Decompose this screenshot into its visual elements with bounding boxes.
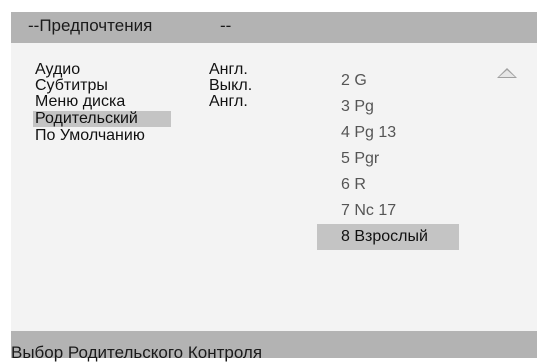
- rating-option-6[interactable]: 6 R: [317, 172, 459, 198]
- page-title: --Предпочтения: [28, 16, 153, 35]
- rating-option-3[interactable]: 3 Pg: [317, 94, 459, 120]
- status-text: Выбор Родительского Контроля: [11, 343, 263, 362]
- subtitles-value: Выкл.: [209, 77, 253, 94]
- menu-values: Англ. Выкл. Англ.: [209, 62, 252, 110]
- title-bar: --Предпочтения --: [11, 12, 537, 43]
- rating-option-2[interactable]: 2 G: [317, 68, 459, 94]
- disc-menu-value: Англ.: [209, 93, 248, 110]
- parental-rating-list: 2 G 3 Pg 4 Pg 13 5 Pgr 6 R 7 Nc 17 8 Взр…: [317, 68, 459, 250]
- rating-option-4[interactable]: 4 Pg 13: [317, 120, 459, 146]
- rating-option-8[interactable]: 8 Взрослый: [317, 224, 459, 250]
- menu-item-subtitles[interactable]: Субтитры: [33, 78, 171, 94]
- audio-value: Англ.: [209, 61, 248, 78]
- rating-option-7[interactable]: 7 Nc 17: [317, 198, 459, 224]
- title-trailing-dashes: --: [220, 16, 232, 35]
- scroll-up-icon[interactable]: [497, 68, 517, 78]
- menu-item-defaults[interactable]: По Умолчанию: [33, 128, 171, 144]
- rating-option-5[interactable]: 5 Pgr: [317, 146, 459, 172]
- preferences-menu: Аудио Субтитры Меню диска Родительский П…: [33, 62, 171, 144]
- menu-item-audio[interactable]: Аудио: [33, 62, 171, 78]
- menu-item-disc-menu[interactable]: Меню диска: [33, 94, 171, 110]
- menu-item-parental[interactable]: Родительский: [33, 111, 171, 127]
- status-bar: Выбор Родительского Контроля: [11, 331, 537, 362]
- osd-screen: --Предпочтения -- Аудио Субтитры Меню ди…: [11, 12, 537, 362]
